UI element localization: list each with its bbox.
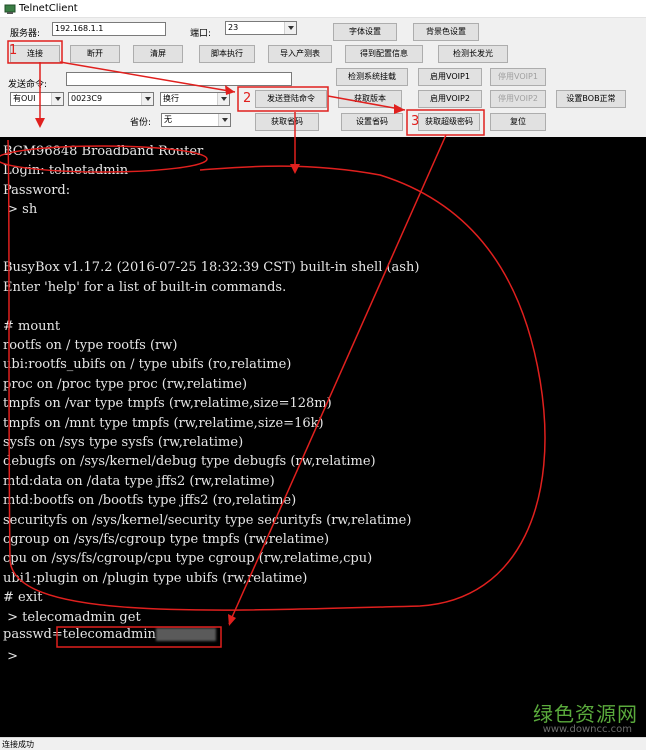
oui-value: 0023C9 [71, 94, 103, 103]
status-bar: 连接成功 [0, 737, 646, 750]
import-list-button[interactable]: 导入产测表 [268, 45, 332, 63]
terminal-line: Password: [3, 182, 71, 198]
masked-password [155, 628, 216, 641]
passwd-value: telecomadmin [62, 627, 156, 642]
connect-button[interactable]: 连接 [10, 45, 60, 63]
window-title: TelnetClient [19, 3, 78, 14]
terminal-prompt: > [3, 649, 19, 664]
terminal-line: tmpfs on /mnt type tmpfs (rw,relatime,si… [3, 415, 324, 431]
newline-value: 换行 [163, 94, 179, 103]
get-config-button[interactable]: 得到配置信息 [345, 45, 423, 63]
port-select[interactable]: 23 [225, 21, 297, 35]
chevron-down-icon [284, 22, 296, 34]
check-system-mount-button[interactable]: 检测系统挂载 [336, 68, 408, 86]
annotation-number-1: 1 [9, 43, 18, 58]
province-select[interactable]: 无 [161, 113, 231, 127]
app-icon [4, 4, 16, 14]
set-bob-normal-button[interactable]: 设置BOB正常 [556, 90, 626, 108]
clear-screen-button[interactable]: 清屏 [133, 45, 183, 63]
chevron-down-icon [217, 93, 229, 105]
terminal-line: mtd:data on /data type jffs2 (rw,relatim… [3, 473, 275, 489]
reset-button[interactable]: 复位 [490, 113, 546, 131]
enable-voip2-button[interactable]: 启用VOIP2 [418, 90, 482, 108]
get-version-button[interactable]: 获取版本 [338, 90, 402, 108]
terminal-line: sysfs on /sys type sysfs (rw,relatime) [3, 435, 244, 450]
font-settings-button[interactable]: 字体设置 [333, 23, 397, 41]
get-province-code-button[interactable]: 获取省码 [255, 113, 319, 131]
detect-long-light-button[interactable]: 检测长发光 [438, 45, 508, 63]
terminal-line: > sh [3, 202, 38, 218]
enable-voip1-button[interactable]: 启用VOIP1 [418, 68, 482, 86]
annotation-number-3: 3 [411, 114, 420, 129]
control-panel: 服务器: 192.168.1.1 端口: 23 字体设置 背景色设置 连接 断开… [0, 18, 646, 137]
terminal-line: # mount [3, 318, 61, 334]
terminal-line: ubi:rootfs_ubifs on / type ubifs (ro,rel… [3, 357, 292, 373]
province-label: 省份: [130, 118, 152, 128]
server-input[interactable]: 192.168.1.1 [52, 22, 166, 36]
terminal-line: proc on /proc type proc (rw,relatime) [3, 376, 248, 392]
disconnect-button[interactable]: 断开 [70, 45, 120, 63]
port-value: 23 [228, 23, 239, 32]
terminal-output[interactable]: BCM96848 Broadband Router Login: telnetad… [0, 137, 646, 737]
terminal-line: BCM96848 Broadband Router [3, 144, 204, 159]
terminal-line: securityfs on /sys/kernel/security type … [3, 512, 412, 528]
terminal-line: Login: telnetadmin [3, 163, 129, 179]
terminal-line: cgroup on /sys/fs/cgroup type tmpfs (rw,… [3, 532, 330, 547]
get-super-password-button[interactable]: 获取超级密码 [418, 113, 480, 131]
title-bar: TelnetClient [0, 0, 646, 18]
oui-select[interactable]: 0023C9 [68, 92, 154, 106]
terminal-line: mtd:bootfs on /bootfs type jffs2 (ro,rel… [3, 493, 297, 509]
province-value: 无 [164, 115, 172, 124]
send-login-command-button[interactable]: 发送登陆命令 [255, 90, 327, 108]
chevron-down-icon [141, 93, 153, 105]
bg-color-button[interactable]: 背景色设置 [413, 23, 479, 41]
terminal-line: cpu on /sys/fs/cgroup/cpu type cgroup (r… [3, 551, 373, 567]
set-province-code-button[interactable]: 设置省码 [341, 113, 403, 131]
server-label: 服务器: [10, 29, 41, 39]
terminal-line: tmpfs on /var type tmpfs (rw,relatime,si… [3, 396, 332, 412]
send-command-label: 发送命令: [8, 80, 48, 90]
script-run-button[interactable]: 脚本执行 [199, 45, 255, 63]
watermark-url: www.downcc.com [542, 724, 632, 735]
isp-value: 有OUI [13, 94, 36, 103]
disable-voip2-button[interactable]: 停用VOIP2 [490, 90, 546, 108]
passwd-prefix: passwd= [3, 627, 63, 642]
isp-select[interactable]: 有OUI [10, 92, 64, 106]
chevron-down-icon [218, 114, 230, 126]
watermark-title: 绿色资源网 [533, 702, 638, 726]
status-text: 连接成功 [2, 740, 34, 749]
newline-select[interactable]: 换行 [160, 92, 230, 106]
chevron-down-icon [51, 93, 63, 105]
terminal-line: rootfs on / type rootfs (rw) [3, 338, 178, 353]
disable-voip1-button[interactable]: 停用VOIP1 [490, 68, 546, 86]
terminal-line: BusyBox v1.17.2 (2016-07-25 18:32:39 CST… [3, 260, 420, 276]
terminal-line: > telecomadmin get [3, 609, 141, 625]
terminal-line: debugfs on /sys/kernel/debug type debugf… [3, 454, 376, 470]
annotation-number-2: 2 [243, 91, 252, 106]
terminal-line: Enter 'help' for a list of built-in comm… [3, 279, 287, 295]
passwd-line: passwd=telecomadmin [3, 625, 216, 644]
terminal-line: ubi1:plugin on /plugin type ubifs (rw,re… [3, 570, 308, 586]
terminal-line: # exit [3, 590, 43, 606]
send-command-input[interactable] [66, 72, 292, 86]
port-label: 端口: [190, 29, 212, 39]
